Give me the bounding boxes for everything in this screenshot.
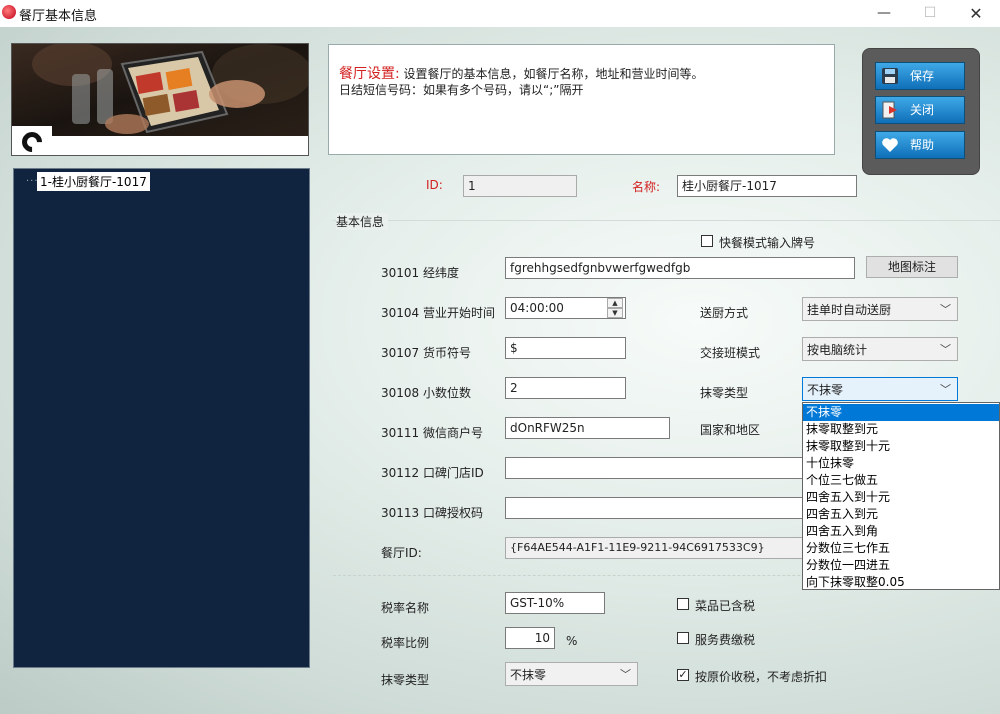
service-tax-label: 服务费缴税 xyxy=(695,633,756,647)
fast-mode-checkbox[interactable] xyxy=(701,235,713,247)
id-field: 1 xyxy=(463,175,577,197)
chevron-down-icon: ﹀ xyxy=(940,343,951,356)
dropdown-option[interactable]: 分数位三七作五 xyxy=(803,540,999,557)
shift-select-value: 按电脑统计 xyxy=(807,343,868,357)
app-icon xyxy=(2,5,16,19)
spin-down-icon[interactable]: ▼ xyxy=(607,308,623,318)
spin-up-icon[interactable]: ▲ xyxy=(607,298,623,308)
restaurant-id-field: {F64AE544-A1F1-11E9-9211-94C6917533C9} xyxy=(505,537,805,559)
description-text-2: 日结短信号码：如果有多个号码，请以“;”隔开 xyxy=(339,83,584,97)
banner-image xyxy=(11,43,309,156)
dish-tax-label: 菜品已含税 xyxy=(695,599,756,613)
currency-label: 30107 货币符号 xyxy=(381,346,471,360)
map-mark-button[interactable]: 地图标注 xyxy=(866,256,958,278)
save-button[interactable]: 保存 xyxy=(875,62,965,90)
id-label: ID: xyxy=(426,178,443,192)
description-text-1: 设置餐厅的基本信息，如餐厅名称，地址和营业时间等。 xyxy=(403,67,704,81)
rounding-label: 抹零类型 xyxy=(700,386,749,400)
rounding-dropdown-list[interactable]: 不抹零 抹零取整到元 抹零取整到十元 十位抹零 个位三七做五 四舍五入到十元 四舍五入到元四… xyxy=(802,402,1000,590)
dropdown-option[interactable]: 十位抹零 xyxy=(803,455,999,472)
banner-photo xyxy=(12,44,308,136)
group-divider xyxy=(333,220,1000,221)
dropdown-option[interactable]: 抹零取整到元 xyxy=(803,421,999,438)
kitchen-label: 送厨方式 xyxy=(700,306,749,320)
tax-rate-unit: % xyxy=(566,634,578,648)
shift-select[interactable]: 按电脑统计 ﹀ xyxy=(802,337,958,361)
heart-icon xyxy=(880,135,900,155)
minimize-button[interactable]: — xyxy=(861,0,907,27)
action-panel: 保存 关闭 帮助 xyxy=(862,48,980,175)
decimals-input[interactable]: 2 xyxy=(505,377,626,399)
description-heading: 餐厅设置: xyxy=(339,66,400,82)
dropdown-option[interactable]: 个位三七做五 xyxy=(803,472,999,489)
original-price-checkbox[interactable]: ✓ xyxy=(677,669,689,681)
tax-rounding-select[interactable]: 不抹零 ﹀ xyxy=(505,662,638,686)
restaurant-id-label: 餐厅ID: xyxy=(381,546,422,560)
wechat-input[interactable]: dOnRFW25n xyxy=(505,417,670,439)
original-price-label: 按原价收税，不考虑折扣 xyxy=(695,670,828,684)
help-button[interactable]: 帮助 xyxy=(875,131,965,159)
shift-label: 交接班模式 xyxy=(700,346,761,360)
fast-mode-label: 快餐模式输入牌号 xyxy=(719,236,816,250)
tax-name-input[interactable]: GST-10% xyxy=(505,592,605,614)
dropdown-option[interactable]: 不抹零 xyxy=(803,404,999,421)
maximize-button[interactable]: ☐ xyxy=(907,0,953,27)
open-time-label: 30104 营业开始时间 xyxy=(381,306,495,320)
close-label: 关闭 xyxy=(910,103,935,117)
title-bar: 餐厅基本信息 — ☐ ✕ xyxy=(0,0,1000,27)
brand-logo xyxy=(12,126,52,155)
save-label: 保存 xyxy=(910,69,935,83)
wechat-label: 30111 微信商户号 xyxy=(381,426,483,440)
chevron-down-icon: ﹀ xyxy=(620,668,631,681)
koubei-auth-input[interactable] xyxy=(505,497,805,519)
tree-item-restaurant[interactable]: 1-桂小厨餐厅-1017 xyxy=(37,172,150,191)
koubei-store-input[interactable] xyxy=(505,457,805,479)
country-label: 国家和地区 xyxy=(700,423,761,437)
dropdown-option[interactable]: 向下抹零取整0.05 xyxy=(803,574,999,591)
coords-input[interactable]: fgrehhgsedfgnbvwerfgwedfgb xyxy=(505,257,855,279)
exit-icon xyxy=(880,100,900,120)
dropdown-option[interactable]: 分数位一四进五 xyxy=(803,557,999,574)
dish-tax-checkbox[interactable] xyxy=(677,598,689,610)
koubei-auth-label: 30113 口碑授权码 xyxy=(381,506,483,520)
currency-input[interactable]: $ xyxy=(505,337,626,359)
restaurant-tree[interactable]: ··· 1-桂小厨餐厅-1017 xyxy=(13,168,310,668)
name-label: 名称: xyxy=(632,180,661,194)
tax-rounding-label: 抹零类型 xyxy=(381,673,430,687)
group-title: 基本信息 xyxy=(336,213,389,230)
save-icon xyxy=(880,66,900,86)
dropdown-option[interactable]: 四舍五入到十元 xyxy=(803,489,999,506)
kitchen-select[interactable]: 挂单时自动送厨 ﹀ xyxy=(802,297,958,321)
service-tax-checkbox[interactable] xyxy=(677,632,689,644)
dropdown-option[interactable]: 抹零取整到十元 xyxy=(803,438,999,455)
chevron-down-icon: ﹀ xyxy=(940,303,951,316)
decimals-label: 30108 小数位数 xyxy=(381,386,471,400)
description-box: 餐厅设置: 设置餐厅的基本信息，如餐厅名称，地址和营业时间等。 日结短信号码：如… xyxy=(328,44,835,155)
window-title: 餐厅基本信息 xyxy=(19,9,98,24)
koubei-store-label: 30112 口碑门店ID xyxy=(381,466,484,480)
tax-rounding-value: 不抹零 xyxy=(510,668,547,682)
rounding-select-value: 不抹零 xyxy=(807,383,844,397)
close-window-button[interactable]: ✕ xyxy=(953,0,999,27)
tax-rate-label: 税率比例 xyxy=(381,636,430,650)
rounding-select[interactable]: 不抹零 ﹀ xyxy=(802,377,958,401)
open-time-spinner[interactable]: ▲ ▼ xyxy=(607,298,624,318)
coords-label: 30101 经纬度 xyxy=(381,266,459,280)
dropdown-option[interactable]: 四舍五入到角 xyxy=(803,523,999,540)
dropdown-option[interactable]: 四舍五入到元 xyxy=(803,506,999,523)
tax-rate-input[interactable]: 10 xyxy=(505,627,555,649)
tax-name-label: 税率名称 xyxy=(381,601,430,615)
name-field[interactable]: 桂小厨餐厅-1017 xyxy=(677,175,857,197)
help-label: 帮助 xyxy=(910,138,935,152)
close-button[interactable]: 关闭 xyxy=(875,96,965,124)
chevron-down-icon: ﹀ xyxy=(940,383,951,396)
kitchen-select-value: 挂单时自动送厨 xyxy=(807,303,892,317)
